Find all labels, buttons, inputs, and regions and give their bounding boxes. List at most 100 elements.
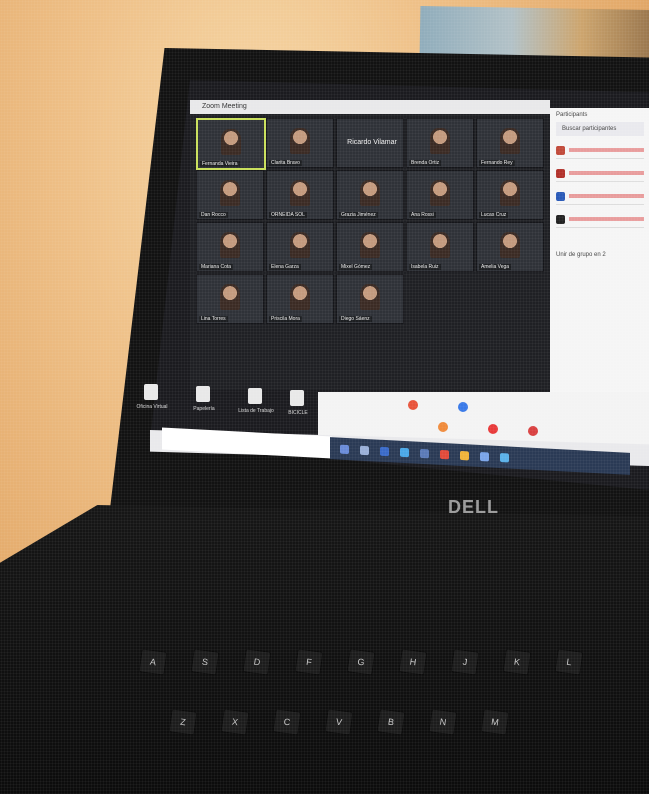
- key-z[interactable]: Z: [168, 708, 198, 736]
- participant-face: [430, 179, 450, 207]
- participant-face: [220, 283, 240, 311]
- participant-video-tile[interactable]: Lucas Cruz: [476, 170, 544, 220]
- participant-face: [220, 179, 240, 207]
- participant-face: [290, 231, 310, 259]
- participant-video-tile[interactable]: Ricardo Vilamar: [336, 118, 404, 168]
- key-v[interactable]: V: [324, 708, 354, 736]
- participant-face: [500, 179, 520, 207]
- participant-name: Grazia Jiménez: [339, 212, 378, 218]
- participant-video-tile[interactable]: Lina Torres: [196, 274, 264, 324]
- keyboard: ASDFGHJKL ZXCVBNM: [20, 560, 630, 790]
- desktop-icon-label: Lista de Trabajo: [238, 408, 274, 414]
- participant-name: Dan Rocco: [199, 212, 228, 218]
- participant-face: [360, 231, 380, 259]
- app-icon[interactable]: [460, 450, 469, 461]
- key-s[interactable]: S: [190, 648, 220, 676]
- participant-name: ORNEIDA SOL: [269, 212, 307, 218]
- app-icon[interactable]: [360, 445, 369, 456]
- participant-name: Diego Sáenz: [339, 316, 372, 322]
- app-icon[interactable]: [440, 449, 449, 460]
- zoom-meeting-window: Zoom Meeting Fernanda Vieira Clarita Brav…: [190, 100, 550, 390]
- desktop-icon-label: Papelería: [193, 406, 215, 412]
- desktop-icon-label: BICICLE: [288, 410, 308, 416]
- participant-face: [360, 179, 380, 207]
- participant-video-tile[interactable]: Elena Garza: [266, 222, 334, 272]
- participant-video-tile[interactable]: Ana Rossi: [406, 170, 474, 220]
- participant-video-tile[interactable]: Mariana Cota: [196, 222, 264, 272]
- participant-name: Clarita Bravo: [269, 160, 302, 166]
- participant-face: [430, 231, 450, 259]
- app-icon[interactable]: [340, 444, 349, 455]
- participant-video-tile[interactable]: Isabela Ruiz: [406, 222, 474, 272]
- file-icon[interactable]: [290, 390, 304, 406]
- participant-name: Ana Rossi: [409, 212, 436, 218]
- key-n[interactable]: N: [428, 708, 458, 736]
- color-swatch-icon[interactable]: [438, 422, 448, 432]
- brand-logo: DELL: [448, 497, 499, 517]
- participant-row[interactable]: [556, 142, 644, 159]
- key-j[interactable]: J: [450, 648, 480, 676]
- participant-name: Mariana Cota: [199, 264, 234, 270]
- panel-title: Participants: [556, 112, 588, 118]
- app-icon[interactable]: [400, 447, 409, 458]
- file-icon[interactable]: [248, 388, 262, 404]
- app-icon[interactable]: [500, 453, 509, 463]
- key-f[interactable]: F: [294, 648, 324, 676]
- key-c[interactable]: C: [272, 708, 302, 736]
- participant-video-tile[interactable]: Priscila Mora: [266, 274, 334, 324]
- participant-face: [290, 179, 310, 207]
- key-m[interactable]: M: [480, 708, 510, 736]
- participant-face: [360, 283, 380, 311]
- key-x[interactable]: X: [220, 708, 250, 736]
- participant-video-tile[interactable]: Amelia Vega: [476, 222, 544, 272]
- participant-video-tile[interactable]: Dan Rocco: [196, 170, 264, 220]
- participant-name: Lina Torres: [199, 316, 228, 322]
- participant-face: [430, 127, 450, 155]
- participant-row[interactable]: [556, 211, 644, 228]
- color-swatch-icon[interactable]: [408, 400, 418, 410]
- app-icon[interactable]: [480, 452, 489, 462]
- key-b[interactable]: B: [376, 708, 406, 736]
- participant-name: Brenda Ortiz: [409, 160, 442, 166]
- participant-name: Isabela Ruiz: [409, 264, 441, 270]
- file-icon[interactable]: [144, 384, 158, 400]
- participant-name: Fernando Rey: [479, 160, 515, 166]
- app-icon[interactable]: [420, 448, 429, 459]
- participant-face: [500, 127, 520, 155]
- key-k[interactable]: K: [502, 648, 532, 676]
- participant-row[interactable]: [556, 188, 644, 205]
- participants-search-input[interactable]: Buscar participantes: [556, 122, 644, 136]
- file-icon[interactable]: [196, 386, 210, 402]
- participant-name: Fernanda Vieira: [200, 161, 240, 167]
- participant-video-tile[interactable]: Fernanda Vieira: [196, 118, 266, 170]
- participant-name: Lucas Cruz: [479, 212, 509, 218]
- participant-name: Priscila Mora: [269, 316, 302, 322]
- participant-video-tile[interactable]: Mixel Gómez: [336, 222, 404, 272]
- participant-name: Ricardo Vilamar: [347, 139, 397, 146]
- key-a[interactable]: A: [138, 648, 168, 676]
- participant-video-tile[interactable]: Diego Sáenz: [336, 274, 404, 324]
- participants-panel: Participants Buscar participantes Unir d…: [550, 108, 649, 398]
- key-h[interactable]: H: [398, 648, 428, 676]
- color-swatch-icon[interactable]: [488, 424, 498, 434]
- participant-name: Elena Garza: [269, 264, 301, 270]
- participant-name: Amelia Vega: [479, 264, 512, 270]
- participant-face: [221, 128, 241, 156]
- panel-footer: Unir de grupo en 2: [556, 252, 606, 258]
- participant-video-tile[interactable]: ORNEIDA SOL: [266, 170, 334, 220]
- participant-video-tile[interactable]: Brenda Ortiz: [406, 118, 474, 168]
- color-swatch-icon[interactable]: [458, 402, 468, 412]
- zoom-titlebar: Zoom Meeting: [190, 100, 550, 114]
- participant-row[interactable]: [556, 165, 644, 182]
- app-icon[interactable]: [380, 446, 389, 457]
- desktop-icon-label: Oficina Virtual: [136, 404, 168, 410]
- key-d[interactable]: D: [242, 648, 272, 676]
- key-l[interactable]: L: [554, 648, 584, 676]
- participant-face: [290, 127, 310, 155]
- color-swatch-icon[interactable]: [528, 426, 538, 436]
- participant-video-tile[interactable]: Fernando Rey: [476, 118, 544, 168]
- key-g[interactable]: G: [346, 648, 376, 676]
- participant-face: [220, 231, 240, 259]
- participant-video-tile[interactable]: Grazia Jiménez: [336, 170, 404, 220]
- participant-video-tile[interactable]: Clarita Bravo: [266, 118, 334, 168]
